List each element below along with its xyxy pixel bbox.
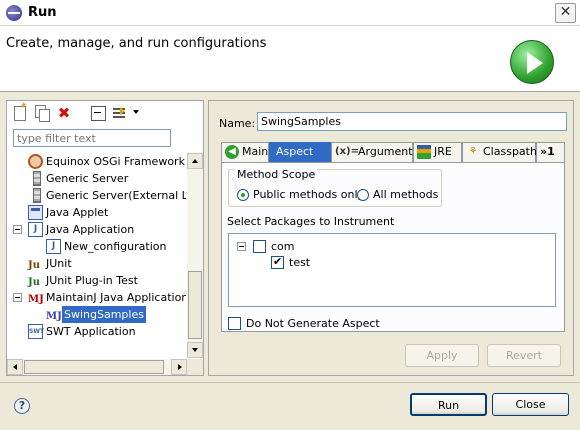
title-bar[interactable]: Run ✕ [0,0,580,26]
server-icon [33,188,41,203]
package-label: test [289,256,311,269]
tree-item-label: MaintainJ Java Application [46,291,186,304]
delete-configuration-icon[interactable]: ✖ [55,104,73,122]
tree-item-label: Equinox OSGi Framework [46,155,185,168]
more-tabs-button[interactable]: »1 [536,142,565,162]
tab-label: JRE [434,145,452,158]
arguments-icon: (x)= [335,146,359,157]
jre-icon [417,145,431,159]
more-tabs-icon: »1 [540,145,555,158]
tree-horizontal-scrollbar[interactable] [7,359,187,375]
collapse-toggle-icon[interactable] [13,293,22,302]
window-title: Run [28,5,57,20]
scroll-down-icon[interactable] [187,342,203,358]
radio-label: All methods [373,188,439,201]
aspect-tab-content: Method Scope Public methods only All met… [221,162,565,332]
java-application-icon [28,222,43,237]
name-label: Name: [219,117,256,130]
tree-item-label: SwingSamples [62,306,146,323]
java-config-icon [46,239,61,254]
classpath-icon: ⚘ [468,146,478,157]
duplicate-configuration-icon[interactable] [33,104,51,122]
maintainj-icon [28,290,43,305]
collapse-toggle-icon[interactable] [237,242,246,251]
tree-item-label: Java Applet [46,206,109,219]
filter-input[interactable] [13,129,171,147]
scroll-right-icon[interactable] [171,359,187,375]
filter-configurations-icon[interactable] [111,104,129,122]
tree-item-label: SWT Application [46,325,136,338]
new-configuration-icon[interactable] [11,101,29,122]
close-icon: ✕ [559,4,572,20]
collapse-all-icon[interactable] [89,104,107,122]
tab-arguments[interactable]: (x)= Arguments [331,142,418,162]
server-icon [33,171,41,186]
help-icon[interactable]: ? [14,398,30,414]
packages-label: Select Packages to Instrument [227,215,395,228]
swt-icon [28,324,43,339]
tree-item-label: JUnit [46,257,72,270]
junit-plugin-icon [28,273,43,288]
tab-main[interactable]: ◀ Main [221,142,269,162]
java-applet-icon [28,205,43,220]
scroll-up-icon[interactable] [187,153,203,169]
scroll-corner [187,359,203,375]
dialog-heading: Create, manage, and run configurations [6,36,267,51]
radio-label: Public methods only [253,188,365,201]
package-checkbox[interactable] [271,255,284,269]
footer-divider [0,382,580,383]
tab-label: Aspect [276,145,314,158]
run-dialog: Run ✕ Create, manage, and run configurat… [0,0,580,430]
packages-tree: com test [228,233,556,307]
tab-aspect[interactable]: Aspect [269,142,331,162]
method-scope-group: Method Scope Public methods only All met… [228,168,442,207]
collapse-toggle-icon[interactable] [13,225,22,234]
osgi-framework-icon [28,154,43,169]
checkbox-label: Do Not Generate Aspect [246,317,380,330]
checkbox-box[interactable] [228,317,241,330]
tree-item-label: Java Application [46,223,135,236]
tab-classpath[interactable]: ⚘ Classpath [462,142,537,162]
dialog-header: Create, manage, and run configurations [0,26,580,92]
package-checkbox[interactable] [253,240,266,253]
apply-button[interactable]: Apply [405,344,479,367]
tab-label: Arguments [358,145,419,158]
run-badge-icon [510,40,554,84]
configuration-editor-panel: Name: ◀ Main Aspect (x)= Arguments JRE ⚘… [208,100,574,376]
run-button[interactable]: Run [410,393,487,416]
tab-label: Main [242,145,269,158]
horizontal-scroll-thumb[interactable] [24,360,164,374]
tab-jre[interactable]: JRE [413,142,462,162]
tree-vertical-scrollbar[interactable] [187,153,203,358]
scroll-left-icon[interactable] [7,359,23,375]
package-label: com [271,240,295,253]
configuration-list-panel: ✖ Equinox OSGi Framework Generic Server … [6,100,204,376]
close-window-button[interactable]: ✕ [555,3,576,23]
radio-unselected-icon [357,189,369,201]
tree-item-label: JUnit Plug-in Test [46,274,138,287]
eclipse-icon [6,5,22,21]
junit-icon [28,256,43,271]
method-scope-title: Method Scope [235,168,318,181]
configuration-toolbar: ✖ [7,101,203,125]
tree-item-label: Generic Server [46,172,129,185]
revert-button[interactable]: Revert [487,344,561,367]
tab-label: Classpath [483,145,537,158]
configuration-tabs: ◀ Main Aspect (x)= Arguments JRE ⚘ Class… [221,142,565,162]
close-button[interactable]: Close [492,393,569,416]
tree-item-label: Generic Server(External La [46,189,186,202]
name-input[interactable] [257,112,567,131]
configuration-tree: Equinox OSGi Framework Generic Server Ge… [9,153,186,358]
filter-dropdown-icon[interactable] [131,107,141,117]
radio-selected-icon [237,189,249,201]
main-tab-icon: ◀ [225,145,239,159]
tree-item-label: New_configuration [64,240,167,253]
vertical-scroll-thumb[interactable] [188,271,202,339]
maintainj-config-icon [46,307,61,322]
